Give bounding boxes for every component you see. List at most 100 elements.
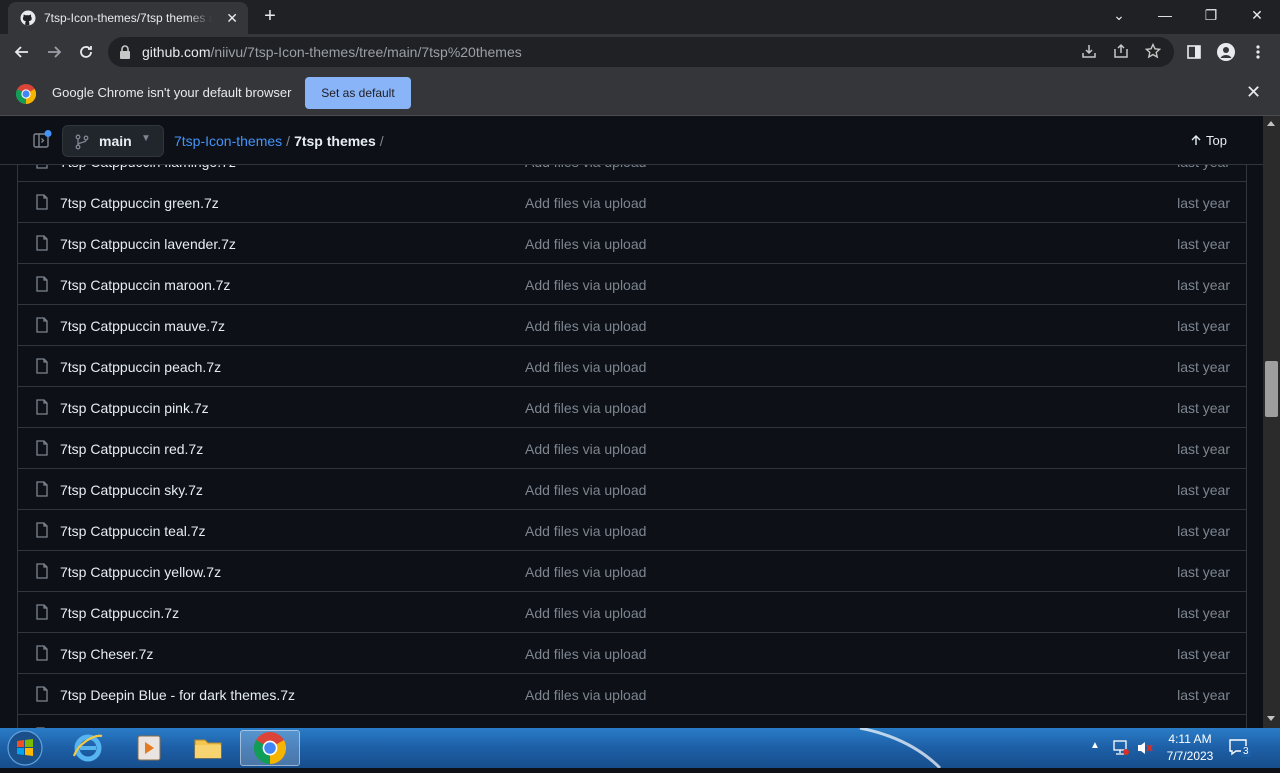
commit-age: last year (1177, 441, 1230, 457)
commit-age: last year (1177, 564, 1230, 580)
close-window-button[interactable]: ✕ (1234, 0, 1280, 32)
back-to-top-button[interactable]: Top (1190, 133, 1227, 148)
commit-message-link[interactable]: Add files via upload (525, 236, 646, 252)
commit-message-link[interactable]: Add files via upload (525, 646, 646, 662)
branch-selector-button[interactable]: main ▼ (62, 125, 164, 157)
file-row[interactable]: 7tsp Catppuccin teal.7z Add files via upl… (18, 509, 1246, 550)
chrome-menu-icon[interactable] (1246, 40, 1270, 64)
system-clock[interactable]: 4:11 AM 7/7/2023 (1158, 731, 1222, 765)
commit-age: last year (1177, 482, 1230, 498)
file-row[interactable]: 7tsp Catppuccin yellow.7z Add files via u… (18, 550, 1246, 591)
breadcrumb-repo-link[interactable]: 7tsp-Icon-themes (174, 133, 282, 149)
commit-message-link[interactable]: Add files via upload (525, 687, 646, 703)
show-hidden-icons-icon[interactable]: ▲ (1090, 740, 1100, 751)
file-row[interactable]: 7tsp Catppuccin maroon.7z Add files via u… (18, 263, 1246, 304)
file-row[interactable]: 7tsp Catppuccin lavender.7z Add files via… (18, 222, 1246, 263)
commit-age: last year (1177, 195, 1230, 211)
file-name-link[interactable]: 7tsp Catppuccin red.7z (60, 441, 203, 457)
commit-message-link[interactable]: Add files via upload (525, 482, 646, 498)
lock-icon[interactable] (118, 44, 132, 60)
volume-muted-icon[interactable] (1136, 740, 1154, 756)
file-row[interactable]: 7tsp Catppuccin pink.7z Add files via upl… (18, 386, 1246, 427)
commit-message-link[interactable]: Add files via upload (525, 195, 646, 211)
commit-message-link[interactable]: Add files via upload (525, 605, 646, 621)
back-icon[interactable] (10, 40, 34, 64)
side-panel-icon[interactable] (1182, 40, 1206, 64)
file-icon (36, 686, 48, 702)
commit-message-link[interactable]: Add files via upload (525, 359, 646, 375)
file-icon (36, 358, 48, 374)
breadcrumb-current-dir: 7tsp themes (294, 133, 376, 149)
network-icon[interactable] (1112, 740, 1130, 756)
file-name-link[interactable]: 7tsp Catppuccin teal.7z (60, 523, 206, 539)
forward-icon[interactable] (42, 40, 66, 64)
windows-logo-icon (7, 730, 43, 766)
file-name-link[interactable]: 7tsp Catppuccin green.7z (60, 195, 219, 211)
file-icon (36, 481, 48, 497)
scroll-up-arrow-icon[interactable] (1267, 121, 1275, 126)
tab-close-icon[interactable]: ✕ (226, 10, 238, 27)
file-name-link[interactable]: 7tsp Catppuccin mauve.7z (60, 318, 225, 334)
file-name-link[interactable]: 7tsp Cheser.7z (60, 646, 153, 662)
expand-file-tree-button[interactable] (29, 128, 53, 152)
file-row[interactable]: 7tsp Cheser.7z Add files via upload last y… (18, 632, 1246, 673)
file-row[interactable]: 7tsp Deepin Blue - for dark themes.7z Add… (18, 673, 1246, 714)
scrollbar-thumb[interactable] (1265, 361, 1278, 417)
reload-icon[interactable] (74, 40, 98, 64)
minimize-button[interactable]: — (1142, 0, 1188, 32)
tab-search-dropdown-icon[interactable]: ⌄ (1096, 0, 1142, 32)
commit-message-link[interactable]: Add files via upload (525, 564, 646, 580)
file-name-link[interactable]: 7tsp Catppuccin yellow.7z (60, 564, 221, 580)
commit-message-link[interactable]: Add files via upload (525, 441, 646, 457)
install-app-icon[interactable] (1080, 43, 1098, 61)
address-bar[interactable]: github.com/niivu/7tsp-Icon-themes/tree/m… (108, 37, 1174, 67)
commit-message-link[interactable]: Add files via upload (525, 523, 646, 539)
url-text[interactable]: github.com/niivu/7tsp-Icon-themes/tree/m… (142, 44, 522, 60)
file-row[interactable]: 7tsp Catppuccin green.7z Add files via up… (18, 181, 1246, 222)
file-name-link[interactable]: 7tsp Catppuccin peach.7z (60, 359, 221, 375)
top-label: Top (1206, 133, 1227, 148)
github-favicon-icon (20, 10, 36, 26)
taskbar-media-player[interactable] (120, 730, 176, 766)
taskbar-file-explorer[interactable] (180, 730, 236, 766)
commit-age: last year (1177, 523, 1230, 539)
restore-button[interactable]: ❐ (1188, 0, 1234, 32)
action-center-button[interactable]: 3 (1228, 738, 1256, 760)
default-browser-infobar: Google Chrome isn't your default browser… (0, 70, 1280, 116)
file-name-link[interactable]: 7tsp Catppuccin pink.7z (60, 400, 209, 416)
folder-icon (194, 739, 222, 759)
file-name-link[interactable]: 7tsp Deepin Blue - for dark themes.7z (60, 687, 295, 703)
file-name-link[interactable]: 7tsp Catppuccin maroon.7z (60, 277, 230, 293)
profile-icon[interactable] (1214, 40, 1238, 64)
file-row[interactable]: 7tsp Catppuccin.7z Add files via upload la… (18, 591, 1246, 632)
new-tab-button[interactable]: + (258, 4, 282, 28)
start-button[interactable] (0, 730, 50, 766)
internet-explorer-icon (72, 734, 103, 762)
file-row[interactable]: 7tsp Catppuccin sky.7z Add files via uplo… (18, 468, 1246, 509)
commit-age: last year (1177, 605, 1230, 621)
file-name-link[interactable]: 7tsp Catppuccin sky.7z (60, 482, 203, 498)
chrome-icon (253, 732, 287, 765)
set-as-default-button[interactable]: Set as default (305, 77, 411, 109)
commit-message-link[interactable]: Add files via upload (525, 318, 646, 334)
taskbar-chrome-active[interactable] (240, 730, 300, 766)
caret-down-icon: ▼ (141, 133, 151, 144)
file-name-link[interactable]: 7tsp Catppuccin lavender.7z (60, 236, 236, 252)
file-row[interactable]: 7tsp Catppuccin mauve.7z Add files via up… (18, 304, 1246, 345)
share-icon[interactable] (1112, 43, 1130, 61)
commit-message-link[interactable]: Add files via upload (525, 277, 646, 293)
file-name-link[interactable]: 7tsp Catppuccin.7z (60, 605, 179, 621)
page-scrollbar[interactable] (1263, 116, 1280, 728)
file-row[interactable]: 7tsp Catppuccin red.7z Add files via uplo… (18, 427, 1246, 468)
taskbar-internet-explorer[interactable] (60, 730, 116, 766)
bookmark-star-icon[interactable] (1144, 42, 1162, 61)
file-row[interactable] (18, 714, 1246, 728)
file-icon (36, 235, 48, 251)
windows-taskbar: ▲ 4:11 AM 7/7/2023 3 (0, 728, 1280, 768)
commit-age: last year (1177, 318, 1230, 334)
browser-tab[interactable]: 7tsp-Icon-themes/7tsp themes at main ✕ (8, 2, 248, 34)
infobar-close-icon[interactable]: ✕ (1246, 82, 1261, 103)
commit-message-link[interactable]: Add files via upload (525, 400, 646, 416)
file-row[interactable]: 7tsp Catppuccin peach.7z Add files via up… (18, 345, 1246, 386)
scroll-down-arrow-icon[interactable] (1267, 716, 1275, 721)
